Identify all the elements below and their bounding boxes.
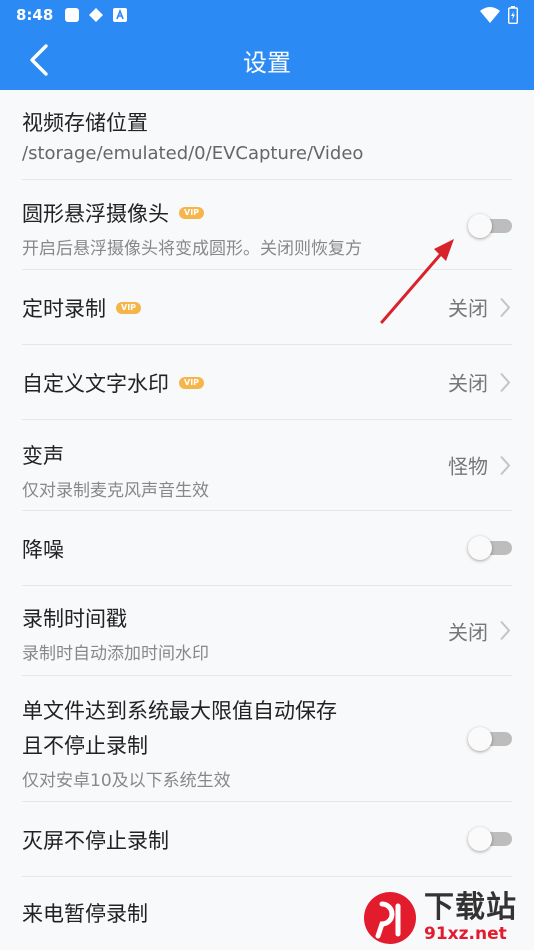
setting-screen-off-recording[interactable]: 灭屏不停止录制 bbox=[22, 802, 512, 877]
chevron-right-icon bbox=[500, 620, 511, 641]
back-arrow-icon[interactable] bbox=[22, 42, 58, 78]
setting-title: 自定义文字水印 bbox=[22, 371, 169, 396]
setting-title: 变声 bbox=[22, 444, 64, 468]
auto-save-toggle[interactable] bbox=[468, 726, 512, 751]
annotation-arrow-icon bbox=[380, 239, 454, 324]
setting-title: 圆形悬浮摄像头 bbox=[22, 202, 169, 226]
page-title: 设置 bbox=[243, 48, 291, 77]
square-icon bbox=[65, 8, 80, 22]
setting-value: 怪物 bbox=[448, 454, 488, 479]
setting-subtitle: 仅对安卓10及以下系统生效 bbox=[22, 771, 231, 791]
a-icon bbox=[113, 8, 128, 22]
setting-title-line1: 单文件达到系统最大限值自动保存 bbox=[22, 699, 337, 723]
chevron-right-icon bbox=[500, 455, 511, 475]
watermark-url: 91xz.net bbox=[424, 924, 507, 944]
watermark-text: 下载站 bbox=[424, 890, 517, 925]
vip-badge: VIP bbox=[179, 376, 205, 389]
setting-value: 关闭 bbox=[448, 620, 488, 644]
setting-storage-location[interactable]: 视频存储位置 /storage/emulated/0/EVCapture/Vid… bbox=[22, 90, 512, 180]
setting-title-line2: 且不停止录制 bbox=[22, 734, 148, 758]
screen-off-toggle[interactable] bbox=[468, 827, 512, 851]
setting-title: 灭屏不停止录制 bbox=[22, 828, 169, 853]
setting-subtitle: 仅对录制麦克风声音生效 bbox=[22, 481, 209, 501]
chevron-right-icon bbox=[500, 372, 511, 392]
status-time: 8:48 bbox=[16, 6, 54, 24]
setting-noise-reduction[interactable]: 降噪 bbox=[22, 511, 512, 586]
setting-title: 降噪 bbox=[22, 537, 64, 562]
settings-list: 视频存储位置 /storage/emulated/0/EVCapture/Vid… bbox=[0, 90, 534, 949]
watermark-logo-icon bbox=[364, 892, 416, 944]
setting-subtitle: /storage/emulated/0/EVCapture/Video bbox=[22, 143, 364, 164]
setting-title: 视频存储位置 bbox=[22, 111, 148, 135]
vip-badge: VIP bbox=[179, 207, 205, 219]
setting-custom-text-watermark[interactable]: 自定义文字水印 VIP 关闭 bbox=[22, 345, 512, 420]
setting-title: 定时录制 bbox=[22, 296, 106, 321]
wifi-icon bbox=[480, 7, 500, 23]
site-watermark: 下载站 91xz.net bbox=[362, 888, 530, 948]
setting-auto-save-max-size[interactable]: 单文件达到系统最大限值自动保存 且不停止录制 仅对安卓10及以下系统生效 bbox=[22, 676, 512, 802]
setting-title: 录制时间戳 bbox=[22, 607, 127, 631]
setting-subtitle: 录制时自动添加时间水印 bbox=[22, 644, 209, 664]
app-bar: 设置 bbox=[0, 30, 534, 90]
noise-reduction-toggle[interactable] bbox=[468, 536, 512, 560]
setting-recording-timestamp[interactable]: 录制时间戳 录制时自动添加时间水印 关闭 bbox=[22, 586, 512, 676]
setting-value: 关闭 bbox=[448, 371, 488, 396]
vip-badge: VIP bbox=[116, 301, 142, 314]
round-camera-toggle[interactable] bbox=[468, 214, 512, 238]
status-bar: 8:48 bbox=[0, 0, 534, 30]
pinwheel-icon bbox=[89, 8, 104, 22]
setting-voice-change[interactable]: 变声 仅对录制麦克风声音生效 怪物 bbox=[22, 420, 512, 511]
battery-icon bbox=[508, 6, 518, 24]
chevron-right-icon bbox=[500, 297, 511, 317]
